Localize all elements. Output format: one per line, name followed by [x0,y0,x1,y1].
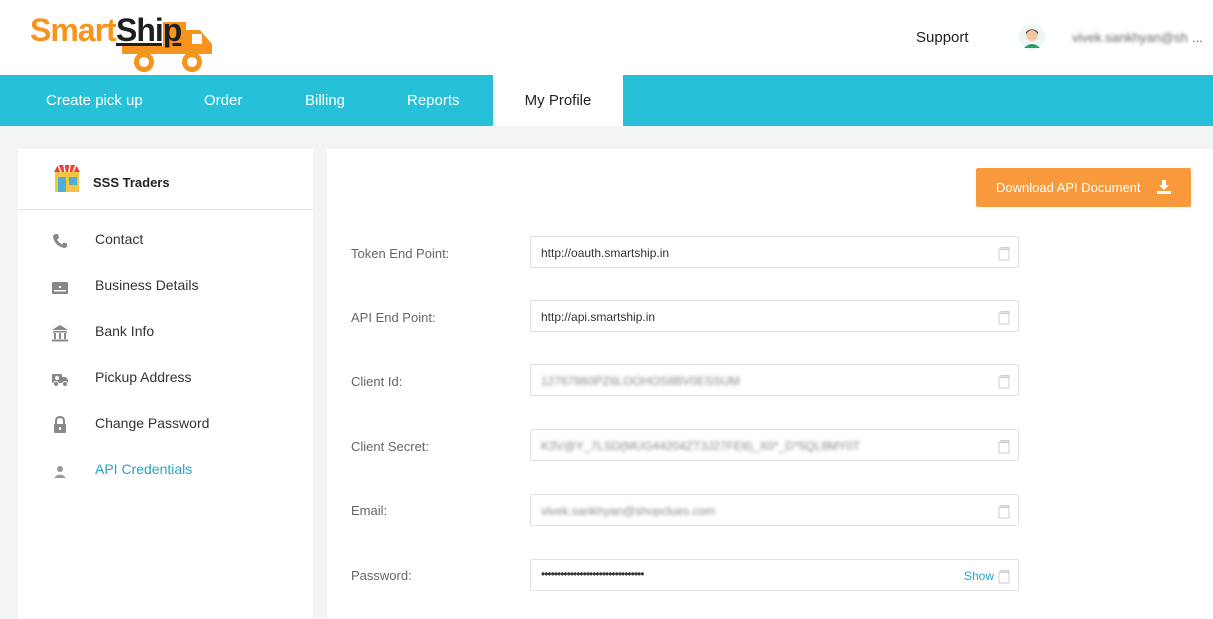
store-header: SSS Traders [18,149,313,210]
sidebar-item-label: Business Details [95,277,199,293]
copy-icon[interactable] [998,247,1010,261]
sidebar-item-label: Bank Info [95,323,155,339]
client-secret-label: Client Secret: [351,439,430,454]
copy-icon[interactable] [998,311,1010,325]
download-button-label: Download API Document [996,180,1141,195]
support-link[interactable]: Support [916,29,969,46]
logo-smart-text: Smart [30,12,117,48]
sidebar-item-label: Change Password [95,415,210,431]
copy-icon[interactable] [998,570,1010,584]
sidebar-item-contact[interactable]: Contact [18,225,313,265]
copy-icon[interactable] [998,440,1010,454]
nav-my-profile[interactable]: My Profile [493,75,623,126]
user-icon [54,466,66,478]
email-value: vivek.sankhyan@shopclues.com [541,504,716,518]
download-icon [1157,180,1171,194]
avatar[interactable] [1019,24,1045,50]
show-password-button[interactable]: Show [964,569,994,583]
email-label: Email: [351,503,388,518]
top-header: Smart Ship Support vivek.sankhyan@sh ... [0,0,1213,75]
store-name: SSS Traders [93,175,170,190]
client-id-label: Client Id: [351,374,403,389]
nav-reports[interactable]: Reports [407,75,460,126]
download-api-document-button[interactable]: Download API Document [976,168,1191,207]
password-label: Password: [351,568,412,583]
api-end-point-label: API End Point: [351,310,436,325]
main-nav: Create pick up Order Billing Reports My … [0,75,1213,126]
nav-create-pick-up[interactable]: Create pick up [46,75,143,126]
password-field[interactable]: •••••••••••••••••••••••••••••••• Show [530,559,1019,591]
api-end-point-value: http://api.smartship.in [541,310,656,324]
api-credentials-panel: Download API Document Token End Point: h… [327,149,1213,619]
lock-icon [54,415,66,433]
client-id-value: 12767860PZ6LOOHOS8BV0ESSUM [541,374,740,388]
id-card-icon [52,282,68,294]
sidebar-item-label: API Credentials [95,461,193,477]
client-secret-field[interactable]: K3V@Y_7LSD(MUG44204ZT3J27FE8)_X0*_D*5QL8… [530,429,1019,461]
smartship-logo[interactable]: Smart Ship [30,8,220,72]
user-email-ellipsis: ... [1192,30,1203,45]
password-value: •••••••••••••••••••••••••••••••• [541,567,644,581]
copy-icon[interactable] [998,375,1010,389]
bank-icon [52,325,68,342]
sidebar-item-change-password[interactable]: Change Password [18,409,313,449]
token-end-point-field[interactable]: http://oauth.smartship.in [530,236,1019,268]
client-secret-value: K3V@Y_7LSD(MUG44204ZT3J27FE8)_X0*_D*5QL8… [541,439,860,453]
sidebar-item-label: Pickup Address [95,369,192,385]
nav-order[interactable]: Order [204,75,242,126]
client-id-field[interactable]: 12767860PZ6LOOHOS8BV0ESSUM [530,364,1019,396]
profile-sidebar: SSS Traders Contact Business Details Ban… [18,149,313,619]
token-end-point-value: http://oauth.smartship.in [541,246,670,260]
email-field[interactable]: vivek.sankhyan@shopclues.com [530,494,1019,526]
user-email[interactable]: vivek.sankhyan@sh [1072,30,1188,45]
sidebar-item-bank-info[interactable]: Bank Info [18,317,313,357]
sidebar-item-business-details[interactable]: Business Details [18,271,313,311]
logo-ship-text: Ship [116,12,182,48]
sidebar-item-label: Contact [95,231,144,247]
token-end-point-label: Token End Point: [351,246,450,261]
sidebar-item-api-credentials[interactable]: API Credentials [18,455,313,495]
api-end-point-field[interactable]: http://api.smartship.in [530,300,1019,332]
phone-icon [53,234,67,248]
sidebar-item-pickup-address[interactable]: Pickup Address [18,363,313,403]
truck-icon [52,374,68,387]
store-icon [54,164,80,192]
nav-billing[interactable]: Billing [305,75,345,126]
copy-icon[interactable] [998,505,1010,519]
